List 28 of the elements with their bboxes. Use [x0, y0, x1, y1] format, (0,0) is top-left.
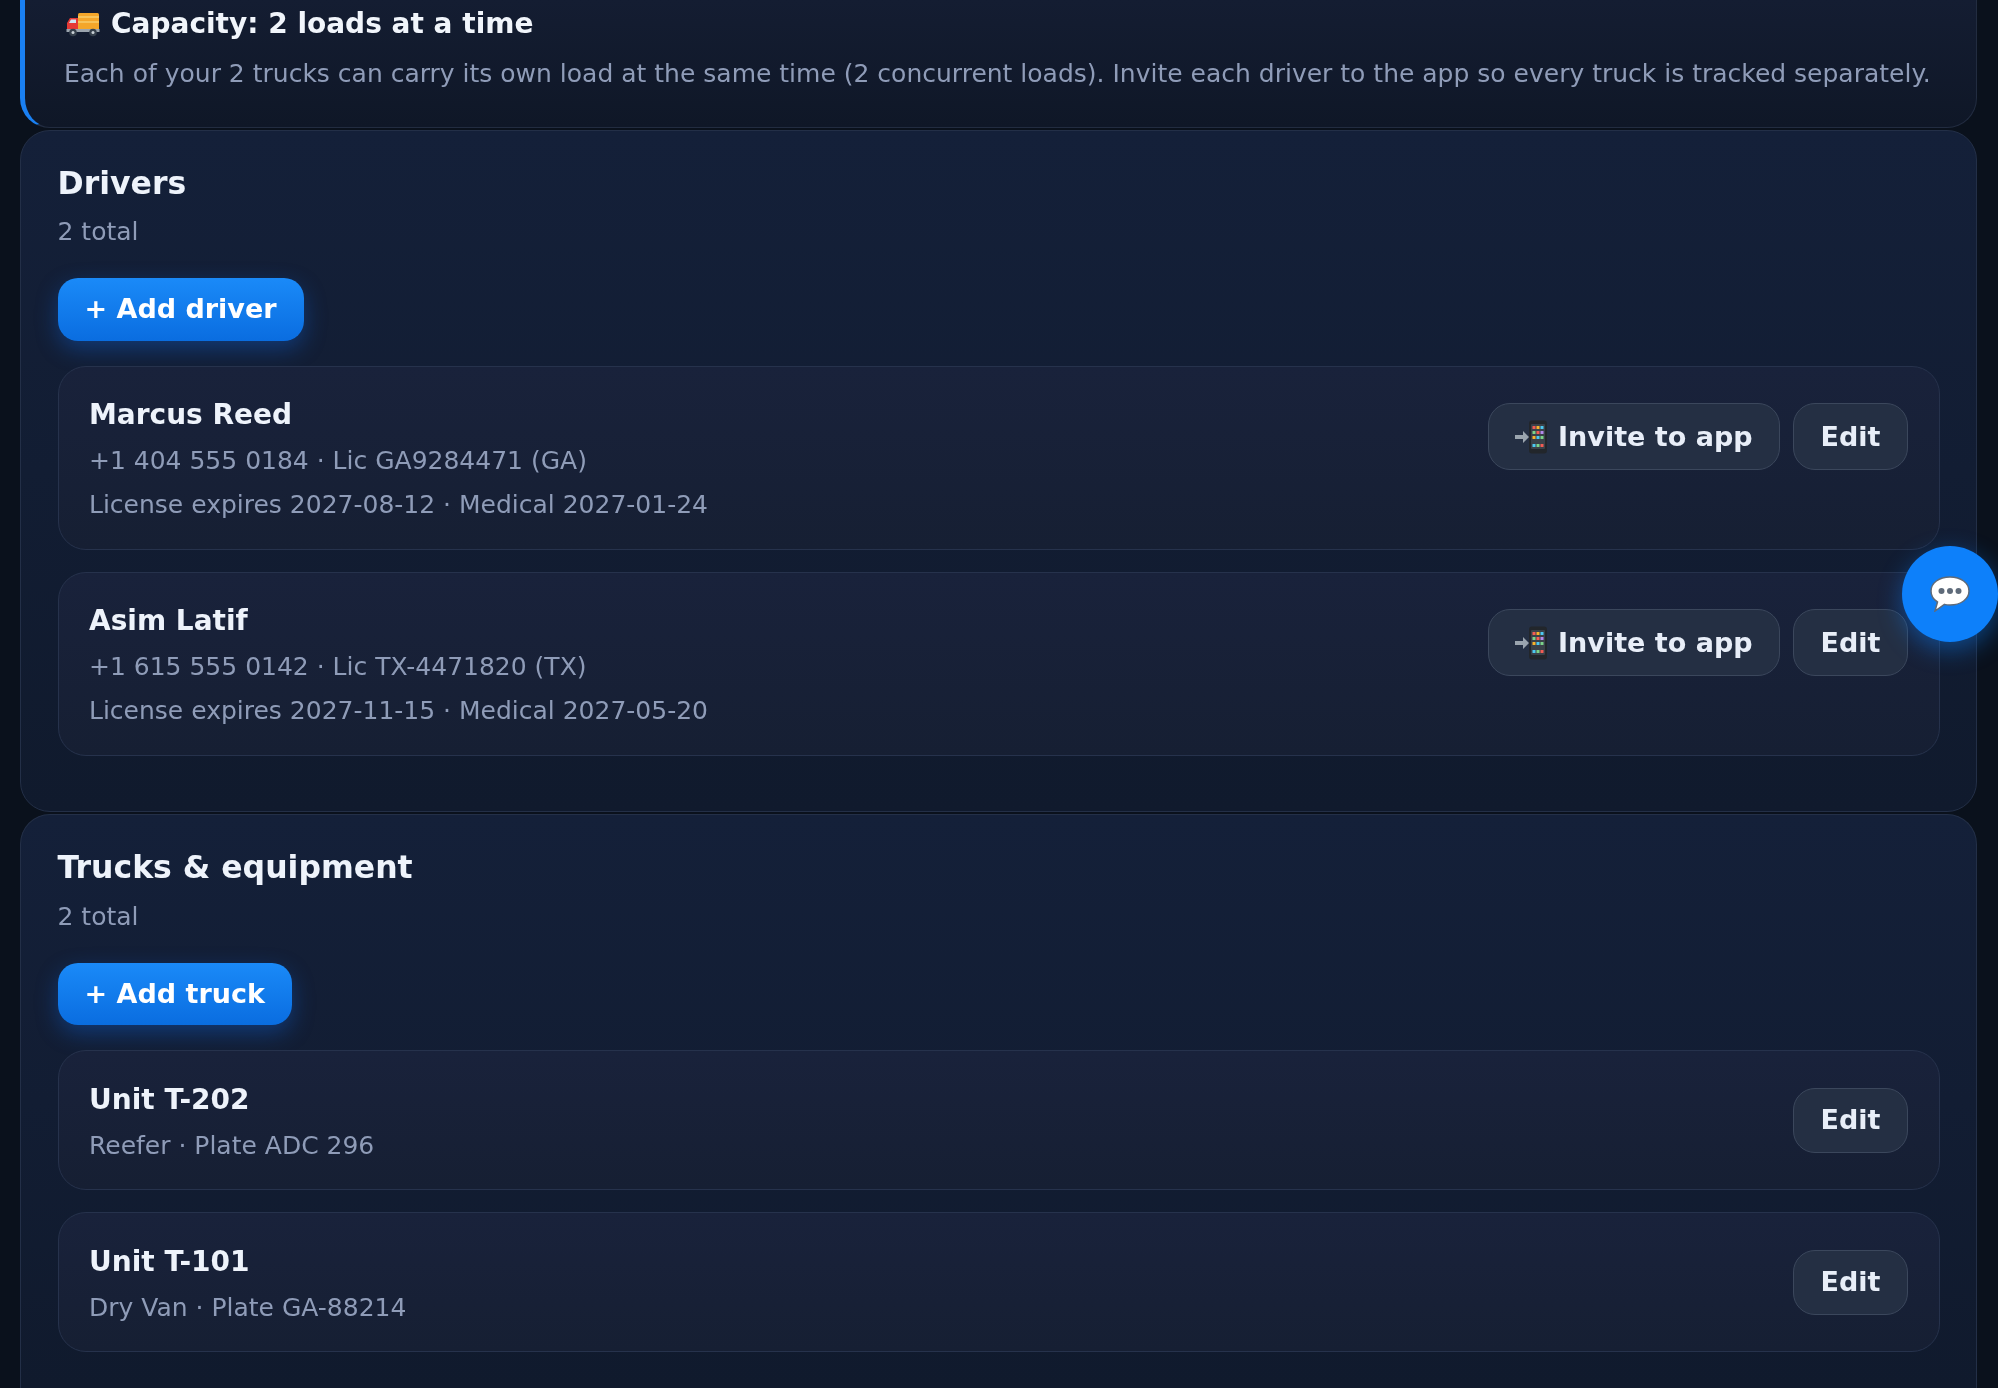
truck-icon	[66, 10, 100, 37]
detail-line: Dry Van · Plate GA-88214	[89, 1291, 407, 1324]
item-name: Unit T-202	[89, 1081, 250, 1117]
invite-button[interactable]: Invite to app	[1487, 403, 1781, 471]
item-name: Asim Latif	[89, 603, 248, 639]
section-title: Drivers	[57, 164, 187, 203]
detail-line: +1 404 555 0184 · Lic GA9284471 (GA)	[89, 445, 587, 478]
edit-button[interactable]: Edit	[1793, 1249, 1908, 1315]
invite-button[interactable]: Invite to app	[1487, 609, 1781, 677]
edit-button[interactable]: Edit	[1793, 403, 1908, 471]
detail-line: +1 615 555 0142 · Lic TX-4471820 (TX)	[89, 651, 587, 684]
section-title: Trucks & equipment	[57, 848, 413, 887]
banner-description: Each of your 2 trucks can carry its own load at the same time (2 concurrent loads). Invite each driver to the app so every truck is tracked separately.	[64, 57, 1931, 90]
item-name: Unit T-101	[89, 1243, 250, 1279]
edit-button[interactable]: Edit	[1793, 1087, 1908, 1153]
banner-title: Capacity: 2 loads at a time	[111, 7, 534, 41]
add-button[interactable]: + Add truck	[57, 962, 292, 1025]
detail-line: Reefer · Plate ADC 296	[89, 1129, 375, 1162]
detail-line: License expires 2027-08-12 · Medical 2027-01-24	[89, 489, 708, 522]
phone-arrow-icon	[1515, 419, 1549, 454]
add-button[interactable]: + Add driver	[57, 278, 304, 341]
speech-bubble-icon	[1930, 576, 1970, 612]
detail-line: License expires 2027-11-15 · Medical 2027-05-20	[89, 695, 708, 728]
item-name: Marcus Reed	[89, 397, 293, 433]
item-count: 2 total	[57, 216, 139, 249]
phone-arrow-icon	[1515, 625, 1549, 660]
item-count: 2 total	[57, 900, 139, 933]
edit-button[interactable]: Edit	[1793, 609, 1908, 677]
